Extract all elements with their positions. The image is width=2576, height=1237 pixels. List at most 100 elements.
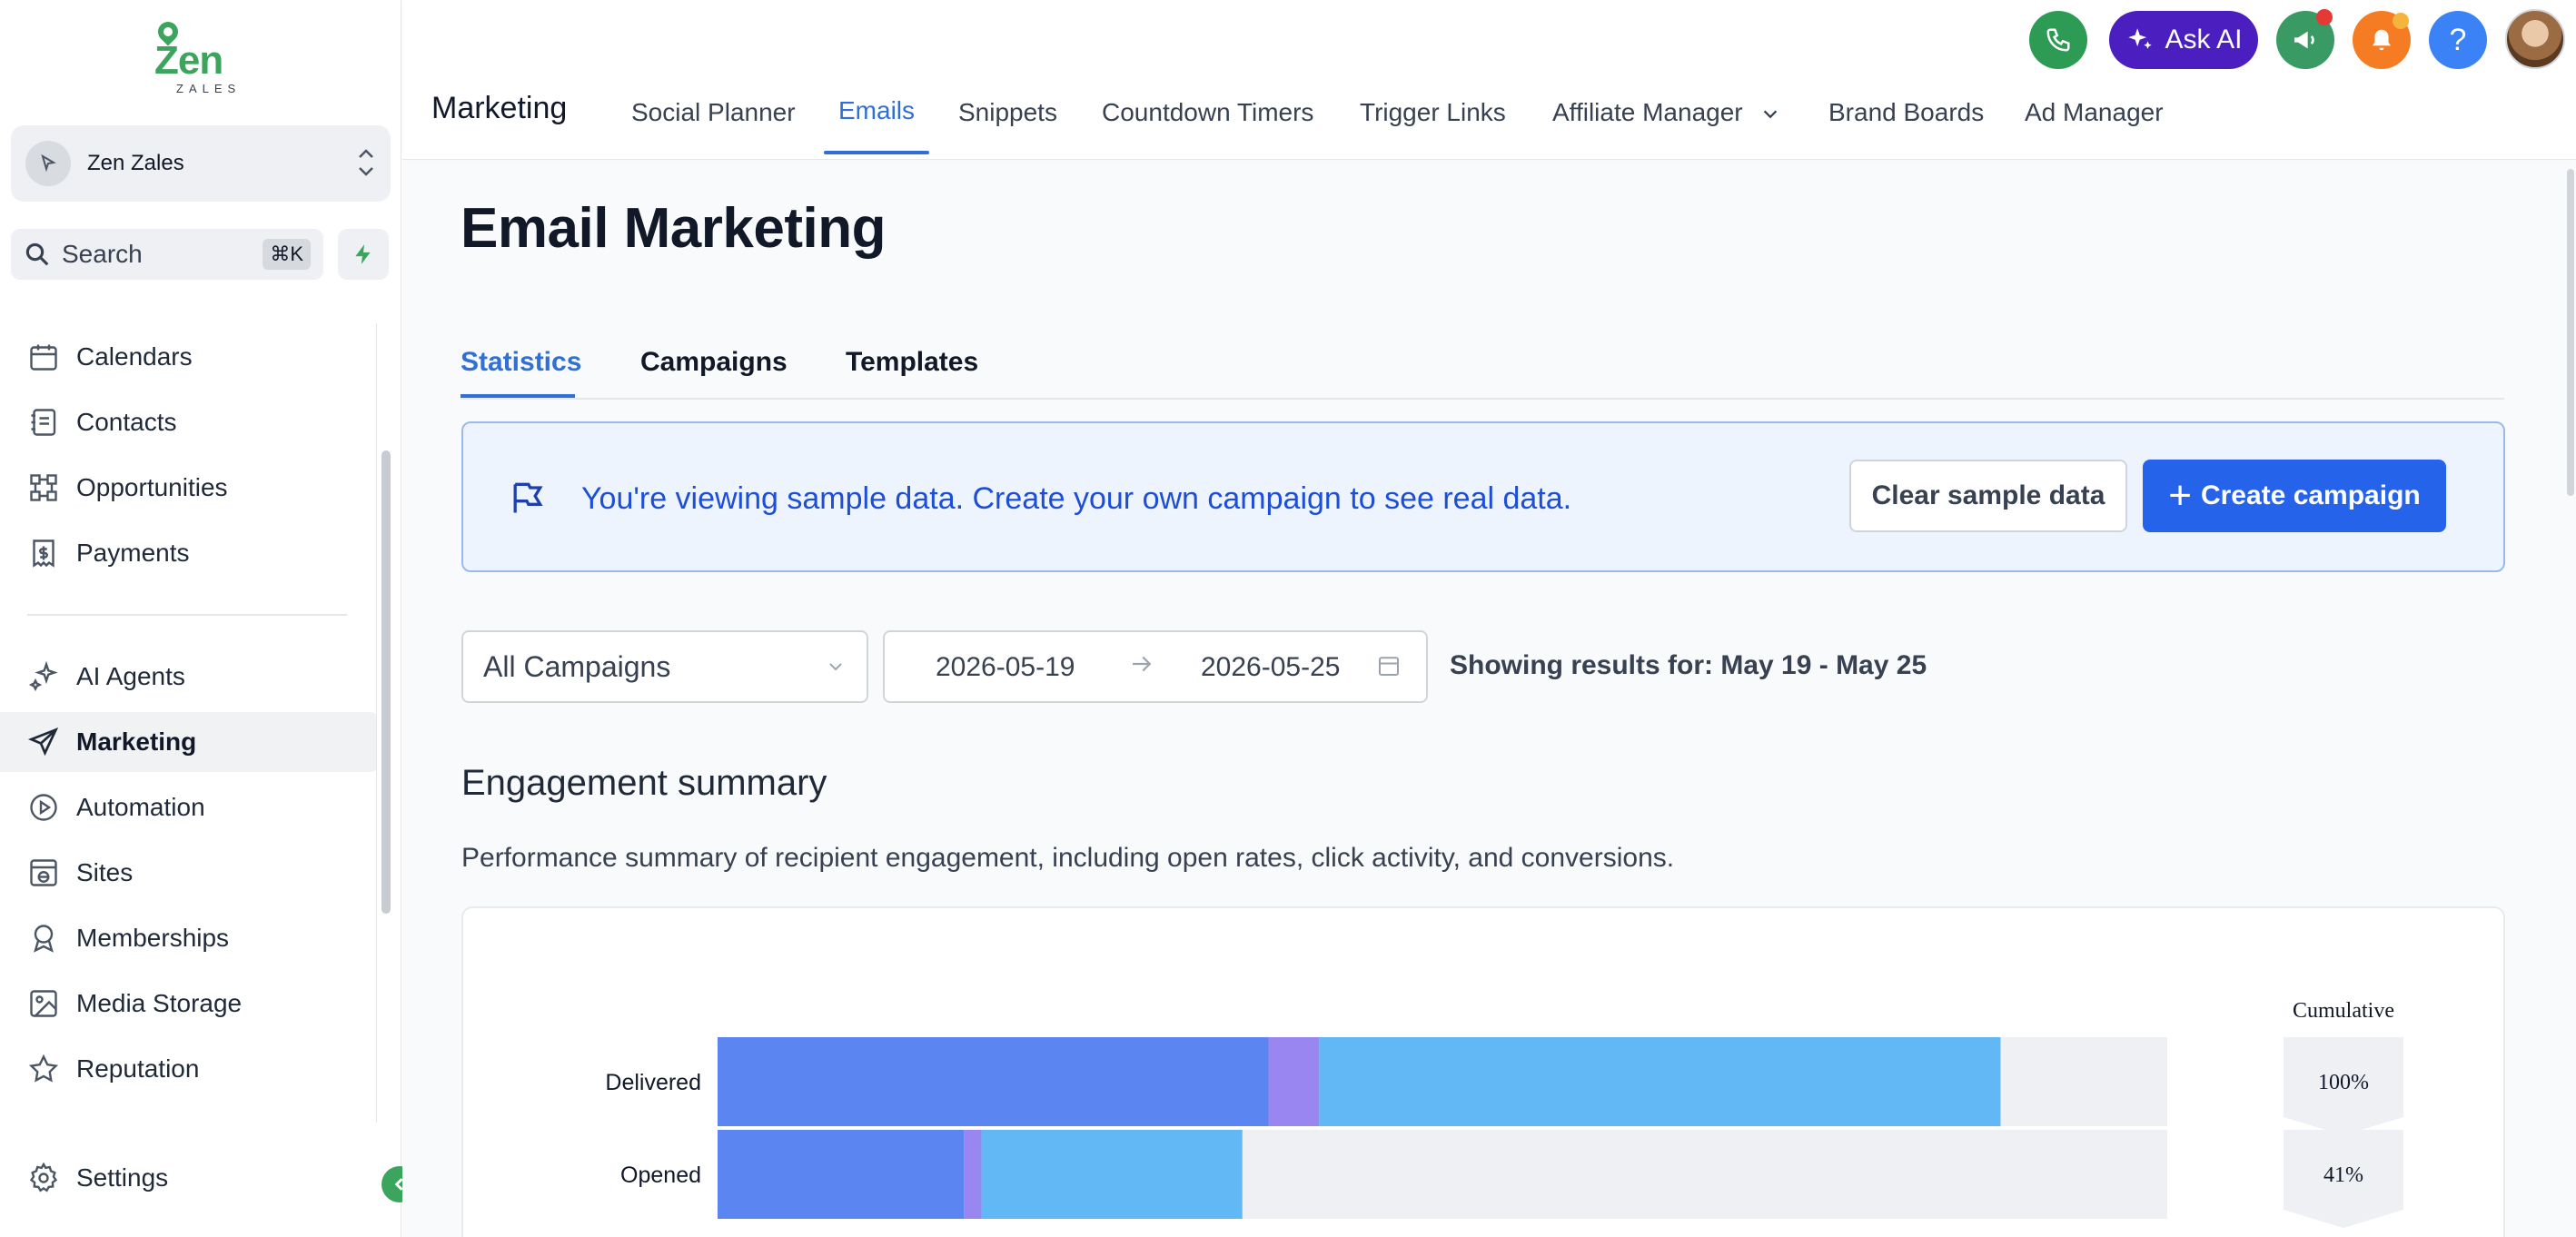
sidebar-item-media-storage[interactable]: Media Storage xyxy=(0,974,380,1034)
chevron-updown-icon xyxy=(356,146,376,181)
cursor-pointer-icon xyxy=(25,141,71,186)
flag-icon xyxy=(513,482,543,513)
account-name: Zen Zales xyxy=(87,151,184,175)
ai-agents-icon xyxy=(28,660,58,692)
help-button[interactable]: ? xyxy=(2429,11,2487,69)
search-icon xyxy=(25,242,49,266)
engagement-chart-card: Cumulative Delivered 100% Opened 41% xyxy=(461,906,2505,1237)
cumulative-header: Cumulative xyxy=(2293,999,2394,1023)
sidebar-item-memberships[interactable]: Memberships xyxy=(0,908,380,968)
logo-text: Zen xyxy=(154,38,223,83)
subtab-templates[interactable]: Templates xyxy=(846,347,978,378)
active-subtab-indicator xyxy=(461,394,575,398)
tab-brand-boards[interactable]: Brand Boards xyxy=(1828,98,1984,127)
sidebar-item-sites[interactable]: Sites xyxy=(0,843,380,903)
phone-button[interactable] xyxy=(2029,11,2087,69)
campaign-select[interactable]: All Campaigns xyxy=(461,630,868,703)
sidebar-item-reputation[interactable]: Reputation xyxy=(0,1039,380,1099)
main-scrollbar[interactable] xyxy=(2567,169,2574,496)
tab-social-planner[interactable]: Social Planner xyxy=(631,98,796,127)
ask-ai-button[interactable]: Ask AI xyxy=(2109,11,2258,69)
sidebar-scroll-thumb[interactable] xyxy=(381,450,391,914)
sidebar-item-label: Reputation xyxy=(76,1054,200,1083)
announcements-badge xyxy=(2316,9,2333,25)
tab-affiliate-manager[interactable]: Affiliate Manager xyxy=(1552,98,1782,127)
lightning-icon xyxy=(355,244,371,264)
logo-subtext: ZALES xyxy=(176,82,242,95)
contacts-icon xyxy=(31,409,56,436)
sidebar-item-label: Settings xyxy=(76,1163,169,1192)
bar-segment-opened-1 xyxy=(964,1130,982,1219)
cumulative-value: 100% xyxy=(2318,1071,2369,1094)
chevron-down-icon xyxy=(1764,110,1778,118)
arrow-right-icon xyxy=(1128,650,1155,685)
clear-sample-data-button[interactable]: Clear sample data xyxy=(1849,460,2127,532)
sidebar-item-automation[interactable]: Automation xyxy=(0,777,380,837)
campaign-select-value: All Campaigns xyxy=(483,649,671,683)
search-shortcut: ⌘K xyxy=(263,239,311,270)
sidebar-item-calendars[interactable]: Calendars xyxy=(0,327,380,387)
module-title: Marketing xyxy=(431,91,568,125)
star-icon xyxy=(28,1054,59,1083)
tab-trigger-links[interactable]: Trigger Links xyxy=(1360,98,1506,127)
sparkle-icon xyxy=(2128,28,2153,49)
bell-icon xyxy=(2373,29,2391,51)
sidebar-item-label: Sites xyxy=(76,858,134,886)
sidebar-scrollbar[interactable] xyxy=(376,323,391,1123)
sidebar-item-settings[interactable]: Settings xyxy=(0,1148,380,1208)
bar-segment-delivered-2 xyxy=(1319,1037,2001,1126)
plus-icon: + xyxy=(2168,473,2192,518)
sidebar-item-label: Payments xyxy=(76,539,190,567)
quick-actions-button[interactable] xyxy=(338,229,389,280)
megaphone-icon xyxy=(2294,31,2314,49)
sidebar-item-label: Marketing xyxy=(76,727,197,756)
active-tab-indicator xyxy=(824,151,929,154)
search-placeholder: Search xyxy=(62,240,143,268)
sidebar-item-marketing[interactable]: Marketing xyxy=(0,712,380,772)
sidebar-item-label: Calendars xyxy=(76,342,193,371)
tab-emails[interactable]: Emails xyxy=(838,96,915,125)
sidebar-item-payments[interactable]: Payments xyxy=(0,523,380,583)
memberships-icon xyxy=(34,925,54,953)
sites-icon xyxy=(30,859,57,886)
date-from[interactable]: 2026-05-19 xyxy=(936,652,1075,683)
subtab-campaigns[interactable]: Campaigns xyxy=(640,347,788,378)
sidebar-item-label: Memberships xyxy=(76,924,230,952)
payments-icon xyxy=(33,539,54,568)
bar-segment-opened-2 xyxy=(981,1130,1243,1219)
sidebar-item-label: Contacts xyxy=(76,408,177,436)
engagement-summary-title: Engagement summary xyxy=(461,763,827,803)
tab-countdown-timers[interactable]: Countdown Timers xyxy=(1102,98,1313,127)
subtab-statistics[interactable]: Statistics xyxy=(461,347,581,378)
sidebar-item-contacts[interactable]: Contacts xyxy=(0,392,380,452)
create-campaign-button[interactable]: + Create campaign xyxy=(2143,460,2446,532)
sidebar-item-opportunities[interactable]: Opportunities xyxy=(0,458,380,518)
opportunities-icon xyxy=(30,474,57,501)
date-range-picker[interactable]: 2026-05-19 2026-05-25 xyxy=(883,630,1428,703)
engagement-summary-subtitle: Performance summary of recipient engagem… xyxy=(461,843,1675,873)
sidebar-item-ai-agents[interactable]: AI Agents xyxy=(0,647,380,707)
cumulative-value: 41% xyxy=(2323,1163,2363,1187)
search-input[interactable]: Search ⌘K xyxy=(11,229,323,280)
sidebar-item-label: Opportunities xyxy=(76,473,228,501)
sidebar-item-label: Media Storage xyxy=(76,989,243,1017)
tab-snippets[interactable]: Snippets xyxy=(958,98,1057,127)
banner-message: You're viewing sample data. Create your … xyxy=(581,481,1572,516)
sidebar-item-label: AI Agents xyxy=(76,662,185,690)
tab-affiliate-manager-label: Affiliate Manager xyxy=(1552,98,1743,126)
sample-data-banner: You're viewing sample data. Create your … xyxy=(461,421,2505,572)
showing-results-text: Showing results for: May 19 - May 25 xyxy=(1450,650,1927,680)
page-title: Email Marketing xyxy=(461,197,886,260)
automation-icon xyxy=(30,794,57,821)
create-campaign-label: Create campaign xyxy=(2200,480,2421,510)
tab-ad-manager[interactable]: Ad Manager xyxy=(2025,98,2164,127)
account-switcher[interactable]: Zen Zales xyxy=(11,125,391,202)
help-icon: ? xyxy=(2449,22,2467,57)
bar-segment-delivered-0 xyxy=(718,1037,1269,1126)
user-avatar[interactable] xyxy=(2505,9,2565,69)
engagement-funnel-chart: Cumulative Delivered 100% Opened 41% xyxy=(605,999,2403,1228)
date-to[interactable]: 2026-05-25 xyxy=(1201,652,1340,683)
category-label: Opened xyxy=(620,1163,701,1188)
chevron-down-icon xyxy=(829,663,842,671)
company-logo[interactable]: Zen ZALES xyxy=(145,17,245,96)
